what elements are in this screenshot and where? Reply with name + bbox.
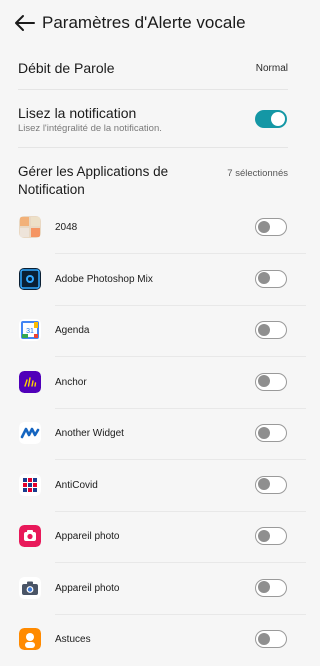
app-item-2048[interactable]: 2048 — [0, 202, 306, 254]
toggle-knob — [257, 478, 270, 490]
app-name: Anchor — [55, 376, 87, 388]
google-calendar-icon: 31 — [19, 319, 41, 341]
read-notification-toggle[interactable] — [255, 110, 287, 128]
app-toggle[interactable] — [255, 630, 287, 648]
page-title: Paramètres d'Alerte vocale — [42, 13, 246, 32]
toggle-knob — [257, 632, 270, 645]
anticovid-icon — [19, 473, 41, 496]
divider — [18, 89, 288, 90]
app-toggle[interactable] — [255, 372, 287, 391]
app-toggle[interactable] — [255, 578, 287, 597]
selected-count: 7 sélectionnés — [227, 168, 288, 179]
manage-apps-label: Gérer les Applications de Notification — [18, 164, 169, 197]
photoshop-mix-icon — [19, 267, 41, 290]
camera-pink-icon — [19, 525, 41, 547]
read-notification-setting[interactable]: Lisez la notification Lisez l'intégralit… — [18, 105, 288, 135]
manage-apps-header[interactable]: Gérer les Applications de Notification 7… — [18, 163, 288, 199]
toggle-knob — [257, 426, 270, 439]
app-toggle[interactable] — [255, 321, 287, 339]
header-bar: Paramètres d'Alerte vocale — [0, 0, 306, 46]
app-toggle[interactable] — [255, 218, 287, 236]
toggle-knob — [257, 375, 270, 387]
speech-rate-label: Débit de Parole — [18, 60, 115, 76]
app-item-camera[interactable]: Appareil photo — [0, 511, 306, 563]
app-name: Astuces — [55, 634, 91, 645]
app-name: Another Widget — [55, 428, 124, 439]
toggle-knob — [257, 323, 270, 336]
app-item-another-widget[interactable]: Another Widget — [0, 408, 306, 460]
app-name: Adobe Photoshop Mix — [55, 273, 153, 285]
app-name: 2048 — [55, 222, 78, 233]
app-toggle[interactable] — [255, 475, 287, 494]
another-widget-icon — [19, 422, 41, 444]
arrow-left-icon[interactable] — [14, 13, 36, 33]
app-item-anchor[interactable]: Anchor — [0, 357, 306, 409]
read-notification-label: Lisez la notification — [18, 105, 137, 121]
divider — [18, 147, 288, 148]
app-toggle[interactable] — [255, 527, 287, 545]
app-name: Appareil photo — [55, 582, 120, 594]
speech-rate-value: Normal — [255, 63, 288, 74]
app-toggle[interactable] — [255, 424, 287, 442]
app-item-agenda[interactable]: 31 Agenda — [0, 305, 306, 357]
tips-icon — [19, 628, 41, 650]
camera-gray-icon — [19, 576, 41, 599]
app-name: AntiCovid — [55, 479, 98, 491]
app-toggle[interactable] — [255, 269, 287, 288]
app-item-camera-2[interactable]: Appareil photo — [0, 563, 306, 615]
toggle-knob — [257, 529, 270, 542]
toggle-knob — [257, 220, 270, 233]
svg-text:31: 31 — [26, 328, 34, 335]
toggle-knob — [271, 112, 285, 126]
toggle-knob — [257, 581, 270, 593]
app-name: Agenda — [55, 325, 90, 336]
read-notification-description: Lisez l'intégralité de la notification. — [18, 123, 162, 134]
app-item-tips[interactable]: Astuces — [0, 614, 306, 666]
app-item-photoshop-mix[interactable]: Adobe Photoshop Mix — [0, 254, 306, 306]
anchor-icon — [19, 370, 41, 393]
app-item-anticovid[interactable]: AntiCovid — [0, 460, 306, 512]
speech-rate-setting[interactable]: Débit de Parole Normal — [18, 58, 288, 80]
toggle-knob — [257, 272, 270, 284]
app-2048-icon — [19, 216, 41, 238]
app-name: Appareil photo — [55, 531, 120, 542]
